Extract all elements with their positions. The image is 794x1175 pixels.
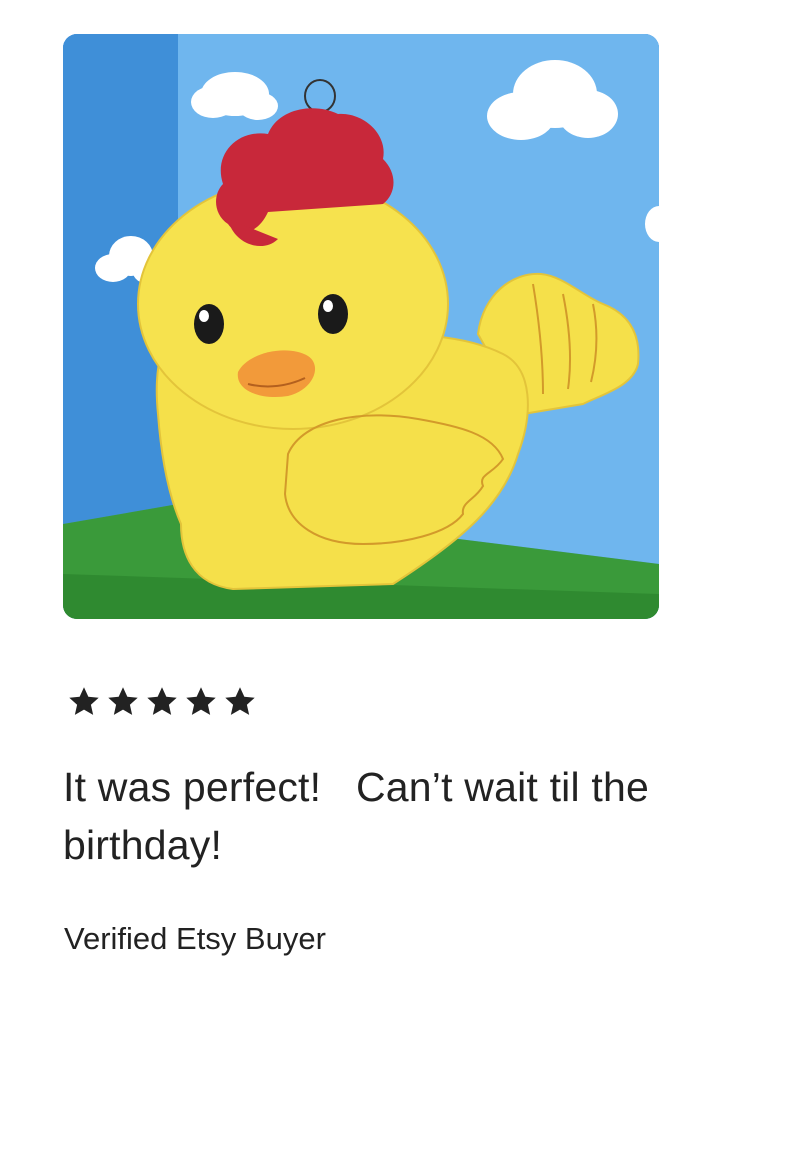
chick-pinata-image — [63, 34, 659, 619]
star-rating — [66, 682, 258, 722]
star-icon — [147, 687, 177, 715]
star-icon — [225, 687, 255, 715]
star-icon — [186, 687, 216, 715]
review-text: It was perfect! Can’t wait til the birth… — [63, 764, 661, 868]
reviewer-label: Verified Etsy Buyer — [64, 921, 326, 956]
review-photo[interactable] — [63, 34, 659, 619]
star-icon — [69, 687, 99, 715]
review-card: It was perfect! Can’t wait til the birth… — [0, 0, 794, 1175]
star-icon — [108, 687, 138, 715]
